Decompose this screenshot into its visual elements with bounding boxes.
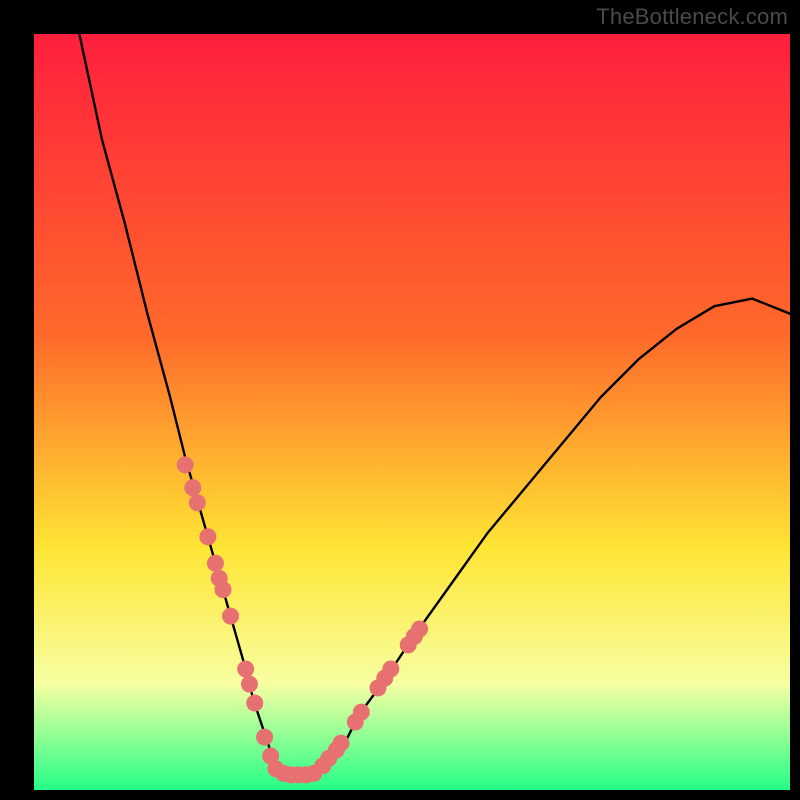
data-dot (237, 661, 254, 678)
data-dot (256, 729, 273, 746)
data-dot (382, 661, 399, 678)
data-dot (222, 608, 239, 625)
data-dot (246, 695, 263, 712)
data-dot (199, 528, 216, 545)
data-dot (177, 456, 194, 473)
data-dot (332, 735, 349, 752)
gradient-background (34, 34, 790, 790)
data-dot (189, 494, 206, 511)
data-dot (184, 479, 201, 496)
watermark-text: TheBottleneck.com (596, 4, 788, 30)
bottleneck-chart (34, 34, 790, 790)
chart-frame: TheBottleneck.com (0, 0, 800, 800)
data-dot (207, 555, 224, 572)
plot-area (34, 34, 790, 790)
data-dot (411, 620, 428, 637)
data-dot (241, 676, 258, 693)
data-dot (215, 581, 232, 598)
data-dot (353, 704, 370, 721)
